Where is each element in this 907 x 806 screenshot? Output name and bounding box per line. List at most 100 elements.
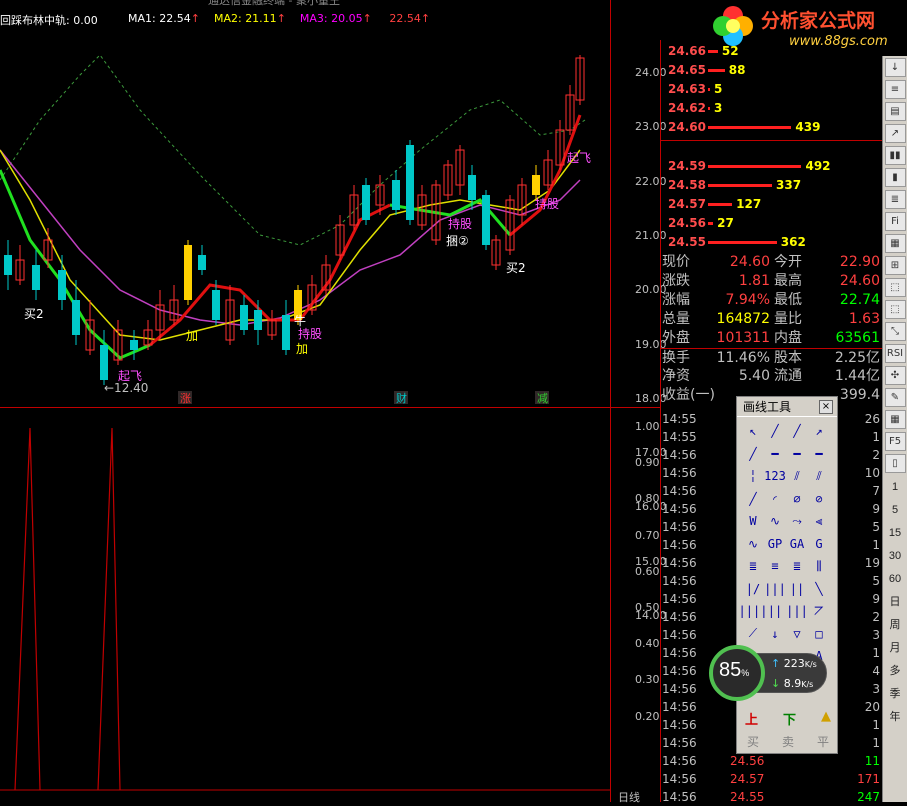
drawing-tool-icon[interactable]: ◜ [765,489,785,509]
drawing-tool-icon[interactable]: ↗ [809,421,829,441]
toolbar-icon[interactable]: ▮▮ [884,146,906,165]
order-price: 24.60 [668,120,706,134]
signal-label: 买2 [506,261,526,275]
drawing-tool-icon[interactable]: ╱ [787,421,807,441]
toolbar-icon[interactable]: RSI [884,344,906,363]
toolbar-icon[interactable]: ▦ [884,234,906,253]
toolbar-icon[interactable]: ≣ [884,190,906,209]
quote-label: 外盘 [662,330,690,346]
toolbar-icon[interactable]: ↓ [884,58,906,77]
drawing-tool-icon[interactable]: ╱ [743,489,763,509]
drawing-tool-icon[interactable]: ≣ [787,556,807,576]
close-button[interactable]: × [819,400,833,414]
down-signal-icon[interactable]: 下 [783,709,796,728]
drawing-tool-icon[interactable]: GP [765,534,785,554]
drawing-tool-icon[interactable]: || [787,579,807,599]
period-button[interactable]: 月 [885,637,906,659]
period-button[interactable]: 周 [885,614,906,636]
toolbar-icon[interactable]: F5 [884,432,906,451]
trade-time: 14:56 [662,520,697,534]
toolbar-icon[interactable]: ≡ [884,80,906,99]
toolbar-icon[interactable]: ▯ [884,454,906,473]
trade-time: 14:56 [662,592,697,606]
drawing-tool-icon[interactable]: GA [787,534,807,554]
drawing-tool-icon[interactable]: |/ [743,579,763,599]
drawing-tool-icon[interactable]: ∿ [743,534,763,554]
period-button[interactable]: 15 [885,522,906,544]
drawing-tool-icon[interactable]: ⌀ [787,489,807,509]
toolbar-icon[interactable]: ⬚ [884,278,906,297]
drawing-tool-icon[interactable]: ≡ [765,556,785,576]
period-button[interactable]: 60 [885,568,906,590]
toolbar-icon[interactable]: ⊞ [884,256,906,275]
drawing-tool-icon[interactable]: G [809,534,829,554]
drawing-tool-icon[interactable]: ⤳ [787,511,807,531]
toolbar-icon[interactable]: ✣ [884,366,906,385]
candle-body [130,340,138,350]
indicator-tick: 0.80 [635,492,660,506]
toolbar-icon[interactable]: ▮ [884,168,906,187]
period-button[interactable]: 多 [885,660,906,682]
drawing-tool-icon[interactable]: ↓ [765,624,785,644]
flat-tool[interactable]: 平 [817,733,829,750]
quote-label: 收益(一) [662,387,715,403]
network-speed-widget[interactable]: 85% ↑ 223K/s ↓ 8.9K/s [709,645,827,701]
drawing-tool-icon[interactable]: ━ [765,444,785,464]
drawing-tool-icon[interactable]: ╲ [809,579,829,599]
order-price: 24.57 [668,197,706,211]
drawing-tool-icon[interactable]: ↖ [743,421,763,441]
period-button[interactable]: 5 [885,499,906,521]
quote-value: 1.63 [848,311,880,327]
drawing-tool-icon[interactable]: ╱ [743,444,763,464]
drawing-tool-icon[interactable]: ━ [787,444,807,464]
flat-signal-icon[interactable]: ▲ [821,709,831,728]
drawing-tool-icon[interactable]: ╎ [743,466,763,486]
drawing-tool-icon[interactable]: ╱ [765,421,785,441]
toolbar-icon[interactable]: ↗ [884,124,906,143]
ma-arrow-icon: ↑ [190,12,200,25]
drawing-tool-icon[interactable]: 123 [764,466,786,486]
drawing-tool-icon[interactable]: ⫽ [787,466,807,486]
drawing-tool-icon[interactable]: ━ [809,444,829,464]
trade-volume: 9 [872,592,880,606]
quote-value: 7.94% [725,292,770,308]
buy-tool[interactable]: 买 [747,733,759,750]
drawing-tool-icon[interactable]: □ [809,624,829,644]
toolbar-icon[interactable]: ▤ [884,102,906,121]
toolbar-icon[interactable]: ⤡ [884,322,906,341]
kline-canvas[interactable]: 买2买2起飞起飞←12.40加加持股持股持股捆②牛涨财减 [0,0,610,802]
drawing-tool-icon[interactable]: W [743,511,763,531]
period-button[interactable]: 年 [885,706,906,728]
drawing-tool-icon[interactable]: ≣ [743,556,763,576]
drawing-tool-icon[interactable]: ∿ [765,511,785,531]
trade-volume: 9 [872,502,880,516]
drawing-tool-icon[interactable]: ⫷ [809,511,829,531]
drawing-tool-icon[interactable]: ||| [786,601,808,621]
toolbar-icon[interactable]: ✎ [884,388,906,407]
up-signal-icon[interactable]: 上 [745,709,758,728]
period-button[interactable]: 1 [885,476,906,498]
period-button[interactable]: 日 [885,591,906,613]
sell-tool[interactable]: 卖 [782,733,794,750]
kline-chart[interactable]: 买2 买2 起飞 起飞 ←12.40 加加持股 持股 持股 捆② 牛涨财减 [0,0,660,802]
toolbar-icon[interactable]: ▦ [884,410,906,429]
trade-volume: 5 [872,574,880,588]
toolbar-icon[interactable]: ⬚ [884,300,906,319]
quote-value: 24.60 [839,273,880,289]
order-volume-bar [708,184,773,187]
drawing-tool-icon[interactable]: ▽ [787,624,807,644]
toolbar-icon[interactable]: Fi [884,212,906,231]
ma-value: 20.05 [331,12,363,25]
drawing-tool-icon[interactable]: ⦢ [809,601,829,621]
drawing-tool-icon[interactable]: ⟋ [743,624,763,644]
drawing-tool-icon[interactable]: || [765,601,785,621]
ma-label: MA2: [213,12,242,25]
quote-panel: 现价 24.60 今开 22.90 涨跌 1.81 最高 24.60 涨幅 7.94% 最低 22.7… [660,253,882,405]
period-button[interactable]: 季 [885,683,906,705]
drawing-tool-icon[interactable]: ||| [764,579,786,599]
drawing-tool-icon[interactable]: |||| [739,601,768,621]
drawing-tool-icon[interactable]: ⊘ [809,489,829,509]
period-button[interactable]: 30 [885,545,906,567]
drawing-tool-icon[interactable]: ⫼ [809,556,829,576]
drawing-tool-icon[interactable]: ⫽ [809,466,829,486]
